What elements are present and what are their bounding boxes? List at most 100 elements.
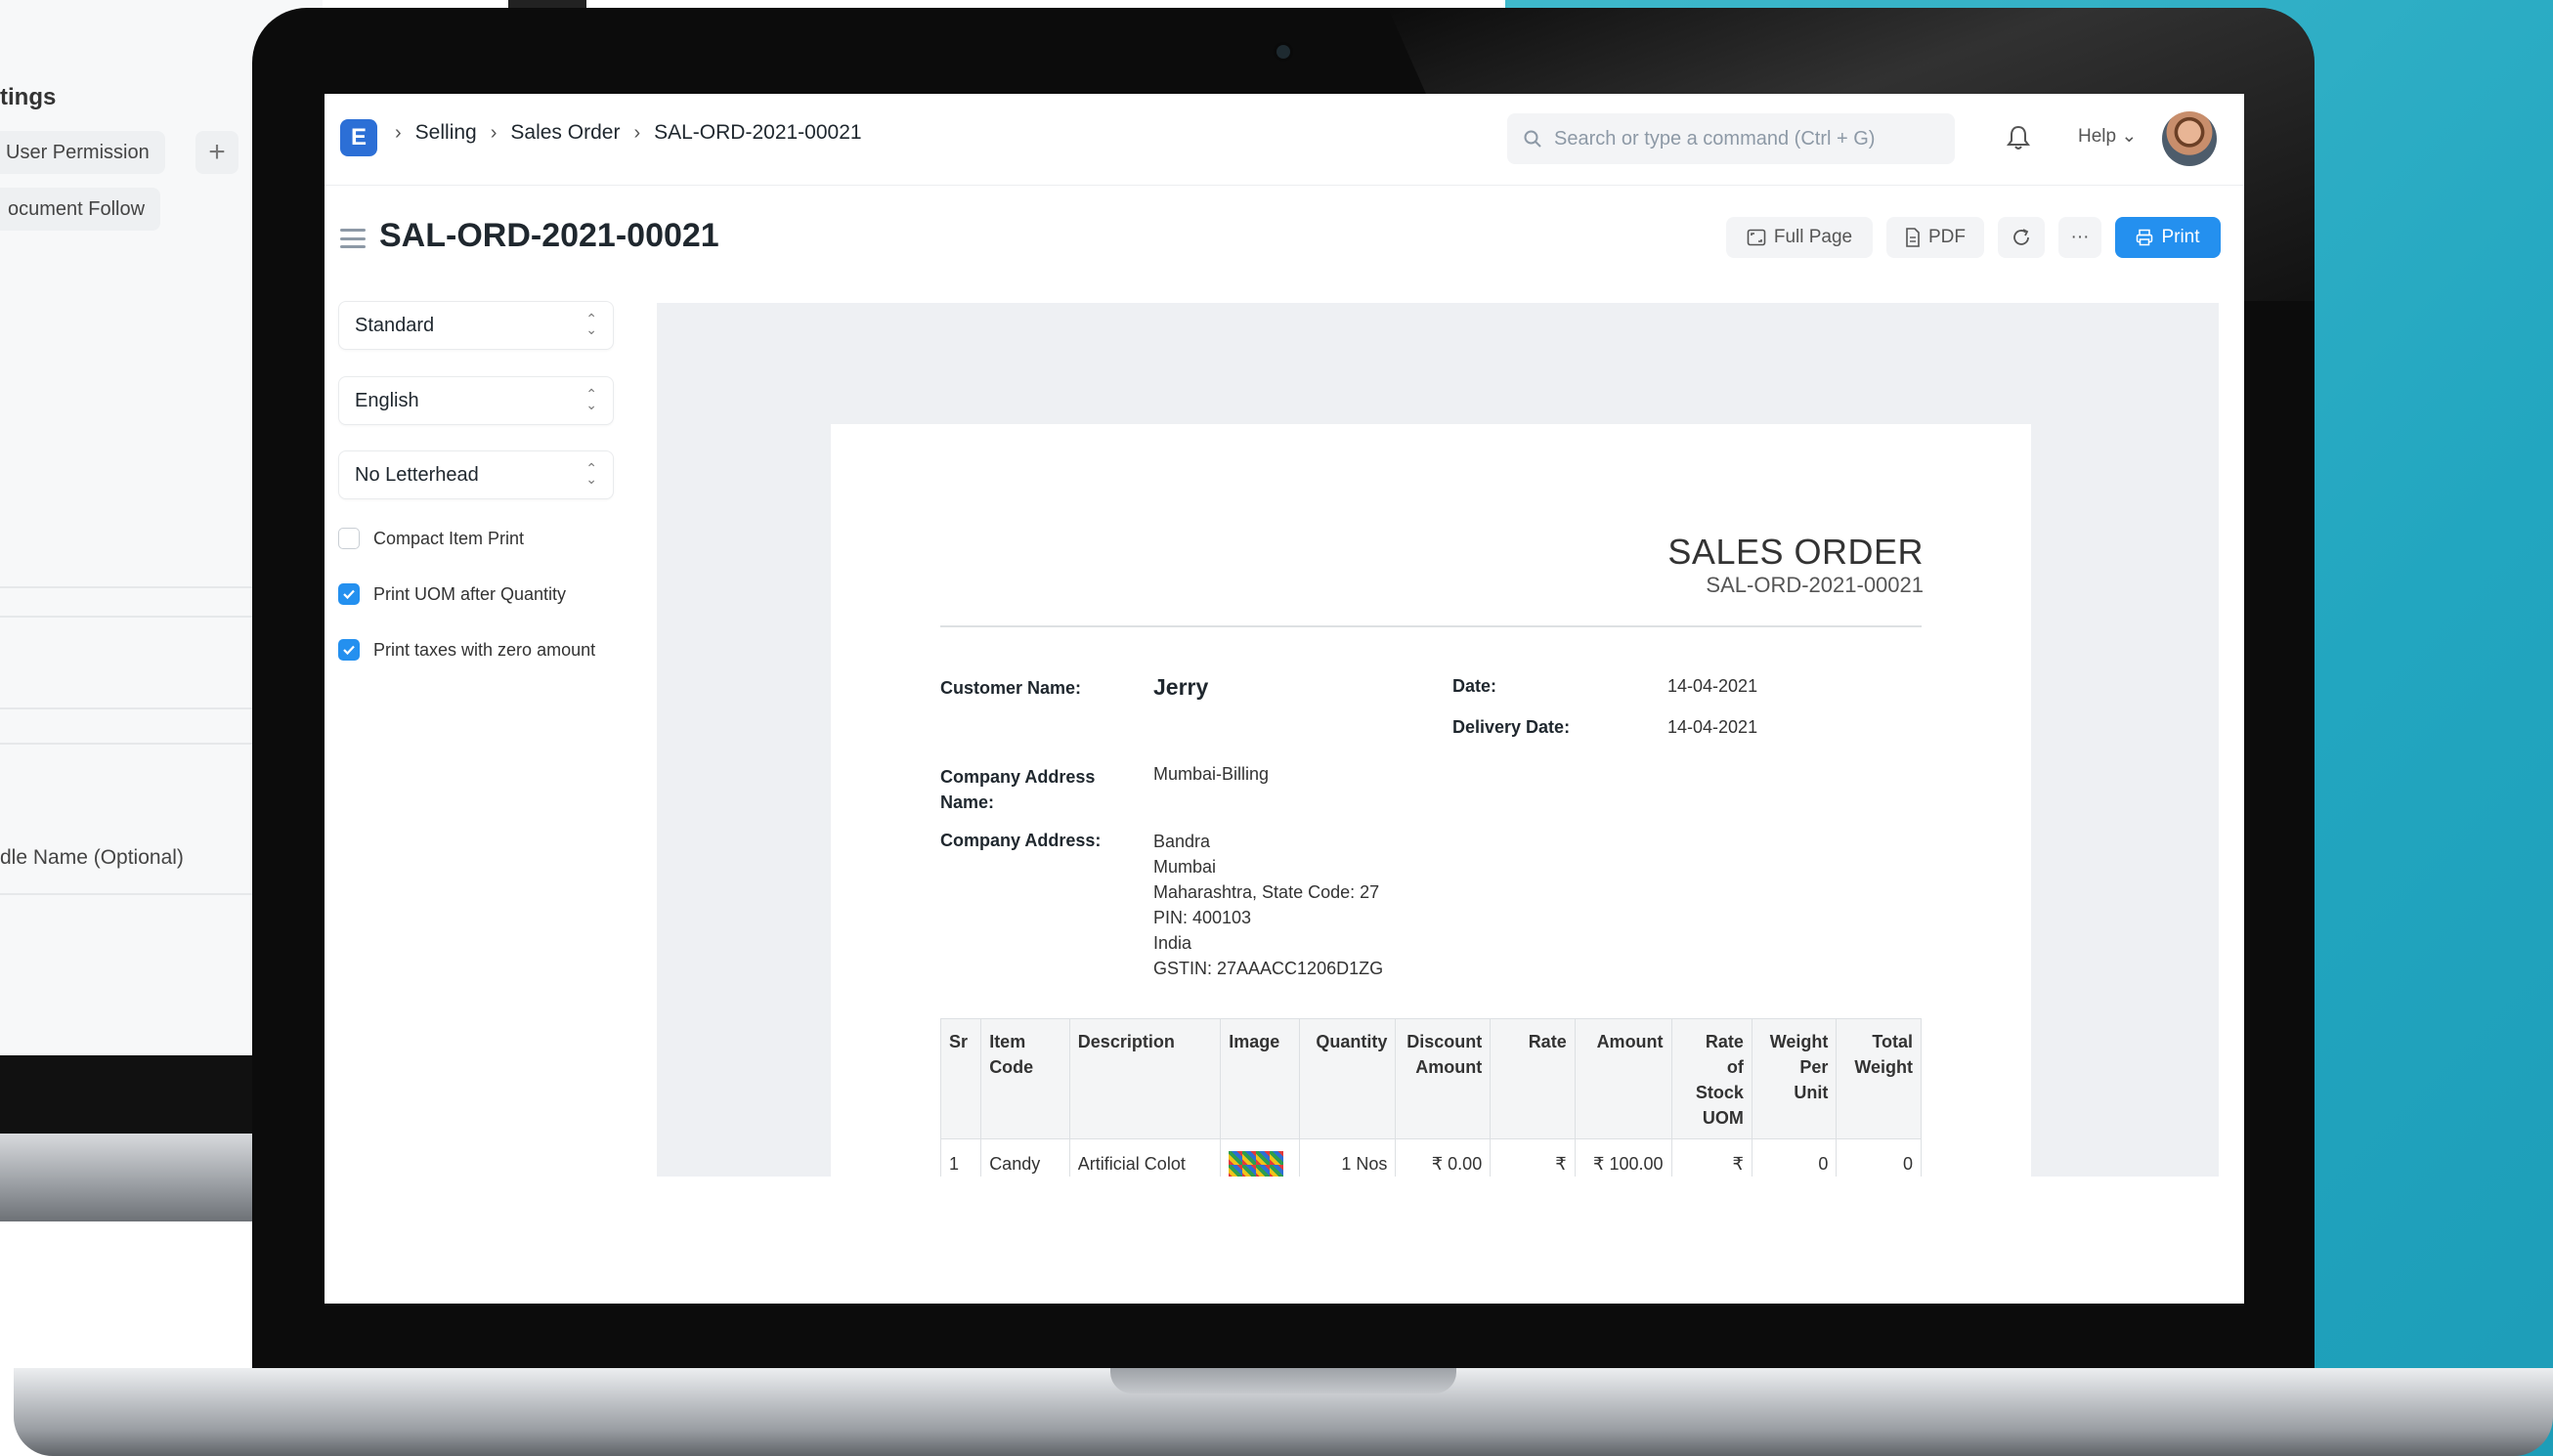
col-total-weight: Total Weight (1836, 1018, 1922, 1139)
pdf-button[interactable]: PDF (1886, 217, 1984, 258)
divider (940, 625, 1922, 627)
col-discount-amount: Discount Amount (1395, 1018, 1492, 1139)
check-icon (343, 645, 355, 656)
more-button[interactable]: ··· (2058, 217, 2101, 258)
cell-image (1220, 1138, 1300, 1177)
document-number: SAL-ORD-2021-00021 (1706, 573, 1924, 597)
cell-quantity: 1 Nos (1298, 1138, 1397, 1177)
hamburger-icon[interactable] (340, 229, 366, 248)
col-sr: Sr (939, 1018, 982, 1139)
breadcrumb-sales-order[interactable]: Sales Order (510, 121, 620, 145)
search-icon (1524, 130, 1541, 148)
print-taxes-zero-label: Print taxes with zero amount (373, 639, 596, 660)
col-image: Image (1220, 1018, 1300, 1139)
breadcrumb-selling[interactable]: Selling (415, 121, 477, 145)
fullpage-icon (1747, 229, 1766, 246)
refresh-button[interactable] (1998, 217, 2045, 258)
table-row: 1 Candy Artificial Colot 1 Nos ₹ 0.00 ₹ … (939, 1138, 1922, 1177)
col-weight-per-unit: Weight Per Unit (1751, 1018, 1838, 1139)
date-value: 14-04-2021 (1667, 676, 1758, 696)
col-rate: Rate (1490, 1018, 1576, 1139)
address-line: PIN: 400103 (1153, 908, 1252, 927)
full-page-label: Full Page (1773, 227, 1853, 247)
select-arrows-icon: ⌃ ⌄ (585, 460, 597, 487)
background-title: tings (0, 84, 57, 110)
chevron-down-icon: ⌄ (2121, 126, 2138, 147)
customer-name-value: Jerry (1153, 674, 1209, 700)
printer-icon (2137, 229, 2153, 246)
address-line: India (1153, 933, 1192, 953)
screen-footer-area (325, 1177, 2244, 1304)
date-label: Date: (1452, 676, 1497, 696)
company-address-name-label-line: Name: (940, 792, 995, 812)
select-arrows-icon: ⌃ ⌄ (585, 311, 597, 337)
company-address-name-label: Company Address Name: (940, 764, 1095, 815)
address-line: Bandra (1153, 832, 1211, 851)
refresh-icon (2013, 229, 2029, 245)
user-permission-chip: User Permission (0, 131, 165, 174)
select-arrows-icon: ⌃ ⌄ (585, 386, 597, 412)
middle-name-label: dle Name (Optional) (0, 846, 184, 869)
col-rate-stock-uom: Rate of Stock UOM (1670, 1018, 1752, 1139)
letterhead-value: No Letterhead (355, 463, 479, 486)
app-screen: E › Selling › Sales Order › SAL-ORD-2021… (325, 94, 2244, 1304)
avatar[interactable] (2162, 111, 2217, 166)
address-line: GSTIN: 27AAACC1206D1ZG (1153, 959, 1384, 978)
print-format-value: Standard (355, 314, 435, 336)
company-address-name-value: Mumbai-Billing (1153, 764, 1270, 784)
address-line: Maharashtra, State Code: 27 (1153, 882, 1380, 902)
chevron-right-icon: › (395, 121, 402, 144)
document-follow-chip: ocument Follow (0, 188, 161, 231)
laptop-notch (1110, 1368, 1456, 1393)
cell-item-code: Candy (980, 1138, 1070, 1177)
checkbox-checked[interactable] (338, 639, 360, 661)
chevron-right-icon: › (633, 121, 641, 144)
check-icon (343, 589, 355, 600)
navbar: E › Selling › Sales Order › SAL-ORD-2021… (325, 94, 2244, 186)
app-logo[interactable]: E (340, 119, 377, 156)
cell-amount: ₹ 100.00 (1574, 1138, 1672, 1177)
document-heading: SALES ORDER (1667, 532, 1924, 572)
checkbox-unchecked[interactable] (338, 528, 360, 549)
search-placeholder: Search or type a command (Ctrl + G) (1554, 127, 1876, 150)
cell-sr: 1 (939, 1138, 982, 1177)
bell-icon[interactable] (2004, 123, 2033, 152)
breadcrumb-document[interactable]: SAL-ORD-2021-00021 (654, 121, 861, 145)
camera (1276, 45, 1290, 59)
pdf-label: PDF (1928, 227, 1966, 247)
print-uom-label: Print UOM after Quantity (373, 583, 567, 604)
table-header-row: Sr Item Code Description Image Quantity D… (939, 1018, 1922, 1139)
compact-item-print-checkbox[interactable]: Compact Item Print (338, 528, 524, 549)
print-label: Print (2161, 227, 2200, 247)
letterhead-select[interactable]: No Letterhead ⌃ ⌄ (338, 450, 614, 499)
cell-total-weight: 0 (1836, 1138, 1922, 1177)
print-taxes-zero-checkbox[interactable]: Print taxes with zero amount (338, 639, 595, 661)
delivery-date-label: Delivery Date: (1452, 717, 1571, 737)
help-dropdown[interactable]: Help ⌄ (2078, 125, 2137, 148)
items-table: Sr Item Code Description Image Quantity D… (939, 1018, 1922, 1177)
compact-item-print-label: Compact Item Print (373, 528, 525, 548)
page-title: SAL-ORD-2021-00021 (379, 217, 719, 254)
col-amount: Amount (1574, 1018, 1672, 1139)
cell-discount-amount: ₹ 0.00 (1395, 1138, 1492, 1177)
language-select[interactable]: English ⌃ ⌄ (338, 376, 614, 425)
print-uom-checkbox[interactable]: Print UOM after Quantity (338, 583, 566, 605)
checkbox-checked[interactable] (338, 583, 360, 605)
print-format-select[interactable]: Standard ⌃ ⌄ (338, 301, 614, 350)
col-quantity: Quantity (1298, 1018, 1397, 1139)
cell-rate: ₹ (1490, 1138, 1576, 1177)
pdf-icon (1906, 228, 1920, 247)
chevron-right-icon: › (490, 121, 498, 144)
print-document: SALES ORDER SAL-ORD-2021-00021 Customer … (831, 424, 2031, 1177)
address-line: Mumbai (1153, 857, 1217, 877)
search-input[interactable]: Search or type a command (Ctrl + G) (1507, 113, 1955, 164)
full-page-button[interactable]: Full Page (1726, 217, 1873, 258)
item-image (1229, 1151, 1284, 1177)
help-label: Help (2078, 126, 2117, 147)
add-icon: + (195, 131, 238, 174)
cell-description: Artificial Colot (1068, 1138, 1222, 1177)
col-description: Description (1068, 1018, 1222, 1139)
print-button[interactable]: Print (2115, 217, 2221, 258)
breadcrumb: › Selling › Sales Order › SAL-ORD-2021-0… (395, 121, 862, 145)
cell-rate-stock-uom: ₹ (1670, 1138, 1752, 1177)
